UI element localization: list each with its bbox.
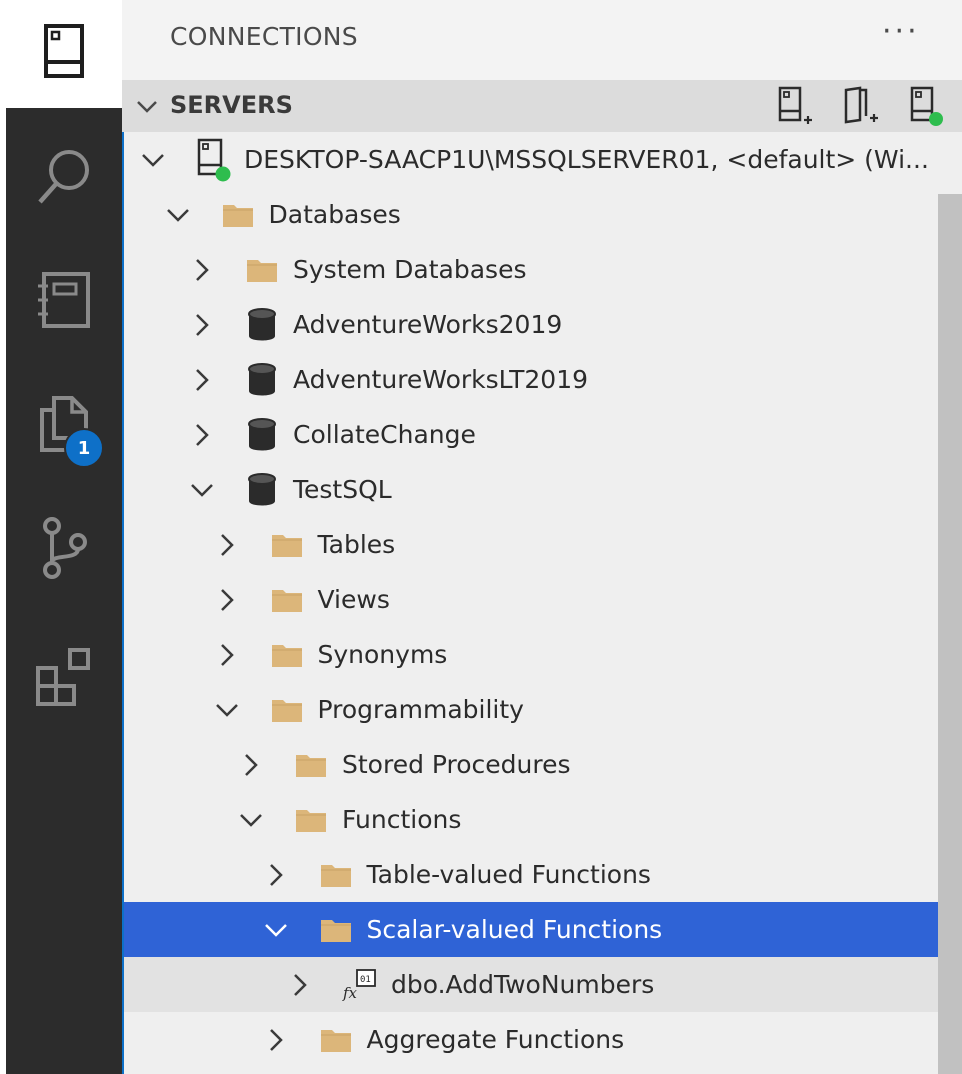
folder-icon — [266, 572, 308, 627]
tree-item[interactable]: CollateChange — [124, 407, 938, 462]
source-control-icon[interactable] — [6, 508, 122, 588]
servers-section-label: SERVERS — [170, 91, 293, 119]
tree-item[interactable]: Aggregate Functions — [124, 1012, 938, 1067]
chevron-right-icon[interactable] — [261, 847, 291, 902]
tree-item-label: Databases — [268, 200, 401, 229]
tree-item-label: CollateChange — [293, 420, 476, 449]
chevron-right-icon[interactable] — [187, 407, 217, 462]
tree-item-label: Table-valued Functions — [366, 860, 651, 889]
database-icon — [241, 297, 283, 352]
active-connections-icon[interactable] — [906, 86, 946, 126]
chevron-right-icon[interactable] — [187, 352, 217, 407]
extensions-icon[interactable] — [6, 636, 122, 716]
tree-item[interactable]: Databases — [124, 187, 938, 242]
tree-item-label: Stored Procedures — [342, 750, 571, 779]
tree-item-label: Programmability — [317, 695, 524, 724]
tree-item-label: Functions — [342, 805, 462, 834]
explorer-badge: 1 — [64, 428, 104, 468]
database-icon — [241, 462, 283, 517]
tree-item[interactable]: Views — [124, 572, 938, 627]
tree-item[interactable]: Functions — [124, 792, 938, 847]
tree-scrollbar[interactable] — [938, 194, 962, 1074]
more-actions-button[interactable]: ··· — [882, 14, 920, 49]
chevron-right-icon[interactable] — [285, 957, 315, 1012]
folder-icon — [266, 682, 308, 737]
function-icon: 01 fx — [339, 957, 381, 1012]
tree-item-label: AdventureWorks2019 — [293, 310, 563, 339]
servers-section-header[interactable]: SERVERS — [122, 80, 962, 132]
chevron-right-icon[interactable] — [187, 242, 217, 297]
tree-item[interactable]: TestSQL — [124, 462, 938, 517]
chevron-right-icon[interactable] — [236, 737, 266, 792]
tree-item-label: Aggregate Functions — [366, 1025, 625, 1054]
tree-item-label: TestSQL — [293, 475, 392, 504]
chevron-down-icon[interactable] — [261, 902, 291, 957]
server-tree: DESKTOP-SAACP1U\MSSQLSERVER01, <default>… — [122, 132, 962, 1074]
tree-item[interactable]: System Databases — [124, 242, 938, 297]
chevron-down-icon[interactable] — [134, 93, 160, 123]
sidebar-title-bar: CONNECTIONS ··· — [122, 0, 962, 78]
notebook-icon[interactable] — [6, 260, 122, 340]
folder-icon — [290, 737, 332, 792]
chevron-down-icon[interactable] — [138, 132, 168, 187]
tree-item-label: AdventureWorksLT2019 — [293, 365, 589, 394]
folder-icon — [315, 1012, 357, 1067]
chevron-down-icon[interactable] — [163, 187, 193, 242]
server-icon — [192, 132, 234, 187]
connections-sidebar: CONNECTIONS ··· SERVERS DESKTOP-SAACP1U\… — [122, 0, 962, 1074]
tree-item[interactable]: AdventureWorksLT2019 — [124, 352, 938, 407]
folder-icon — [217, 187, 259, 242]
tree-item[interactable]: Programmability — [124, 682, 938, 737]
chevron-down-icon[interactable] — [212, 682, 242, 737]
tree-item[interactable]: DESKTOP-SAACP1U\MSSQLSERVER01, <default>… — [124, 132, 938, 187]
folder-icon — [290, 792, 332, 847]
tree-item[interactable]: Stored Procedures — [124, 737, 938, 792]
folder-icon — [266, 517, 308, 572]
tree-item[interactable]: Tables — [124, 517, 938, 572]
folder-icon — [315, 902, 357, 957]
chevron-right-icon[interactable] — [212, 517, 242, 572]
database-icon — [241, 352, 283, 407]
tree-item-label: Views — [317, 585, 390, 614]
servers-icon[interactable] — [6, 14, 122, 94]
chevron-down-icon[interactable] — [236, 792, 266, 847]
folder-icon — [241, 242, 283, 297]
tree-item[interactable]: AdventureWorks2019 — [124, 297, 938, 352]
tree-item[interactable]: Synonyms — [124, 627, 938, 682]
svg-text:fx: fx — [342, 984, 358, 1002]
chevron-right-icon[interactable] — [212, 572, 242, 627]
chevron-right-icon[interactable] — [212, 627, 242, 682]
tree-item-label: Tables — [317, 530, 396, 559]
search-icon[interactable] — [6, 136, 122, 216]
new-server-group-icon[interactable] — [840, 86, 880, 126]
chevron-right-icon[interactable] — [187, 297, 217, 352]
database-icon — [241, 407, 283, 462]
folder-icon — [266, 627, 308, 682]
folder-icon — [315, 847, 357, 902]
chevron-right-icon[interactable] — [261, 1012, 291, 1067]
svg-text:01: 01 — [360, 975, 371, 985]
sidebar-title: CONNECTIONS — [170, 22, 358, 51]
tree-item-label: DESKTOP-SAACP1U\MSSQLSERVER01, <default>… — [244, 145, 929, 174]
tree-item-label: dbo.AddTwoNumbers — [391, 970, 655, 999]
tree-item-label: Synonyms — [317, 640, 448, 669]
tree-item[interactable]: Scalar-valued Functions — [124, 902, 938, 957]
tree-item[interactable]: Table-valued Functions — [124, 847, 938, 902]
tree-item[interactable]: 01 fx dbo.AddTwoNumbers — [124, 957, 938, 1012]
chevron-down-icon[interactable] — [187, 462, 217, 517]
new-connection-icon[interactable] — [774, 86, 814, 126]
tree-item-label: System Databases — [293, 255, 527, 284]
tree-item-label: Scalar-valued Functions — [366, 915, 663, 944]
